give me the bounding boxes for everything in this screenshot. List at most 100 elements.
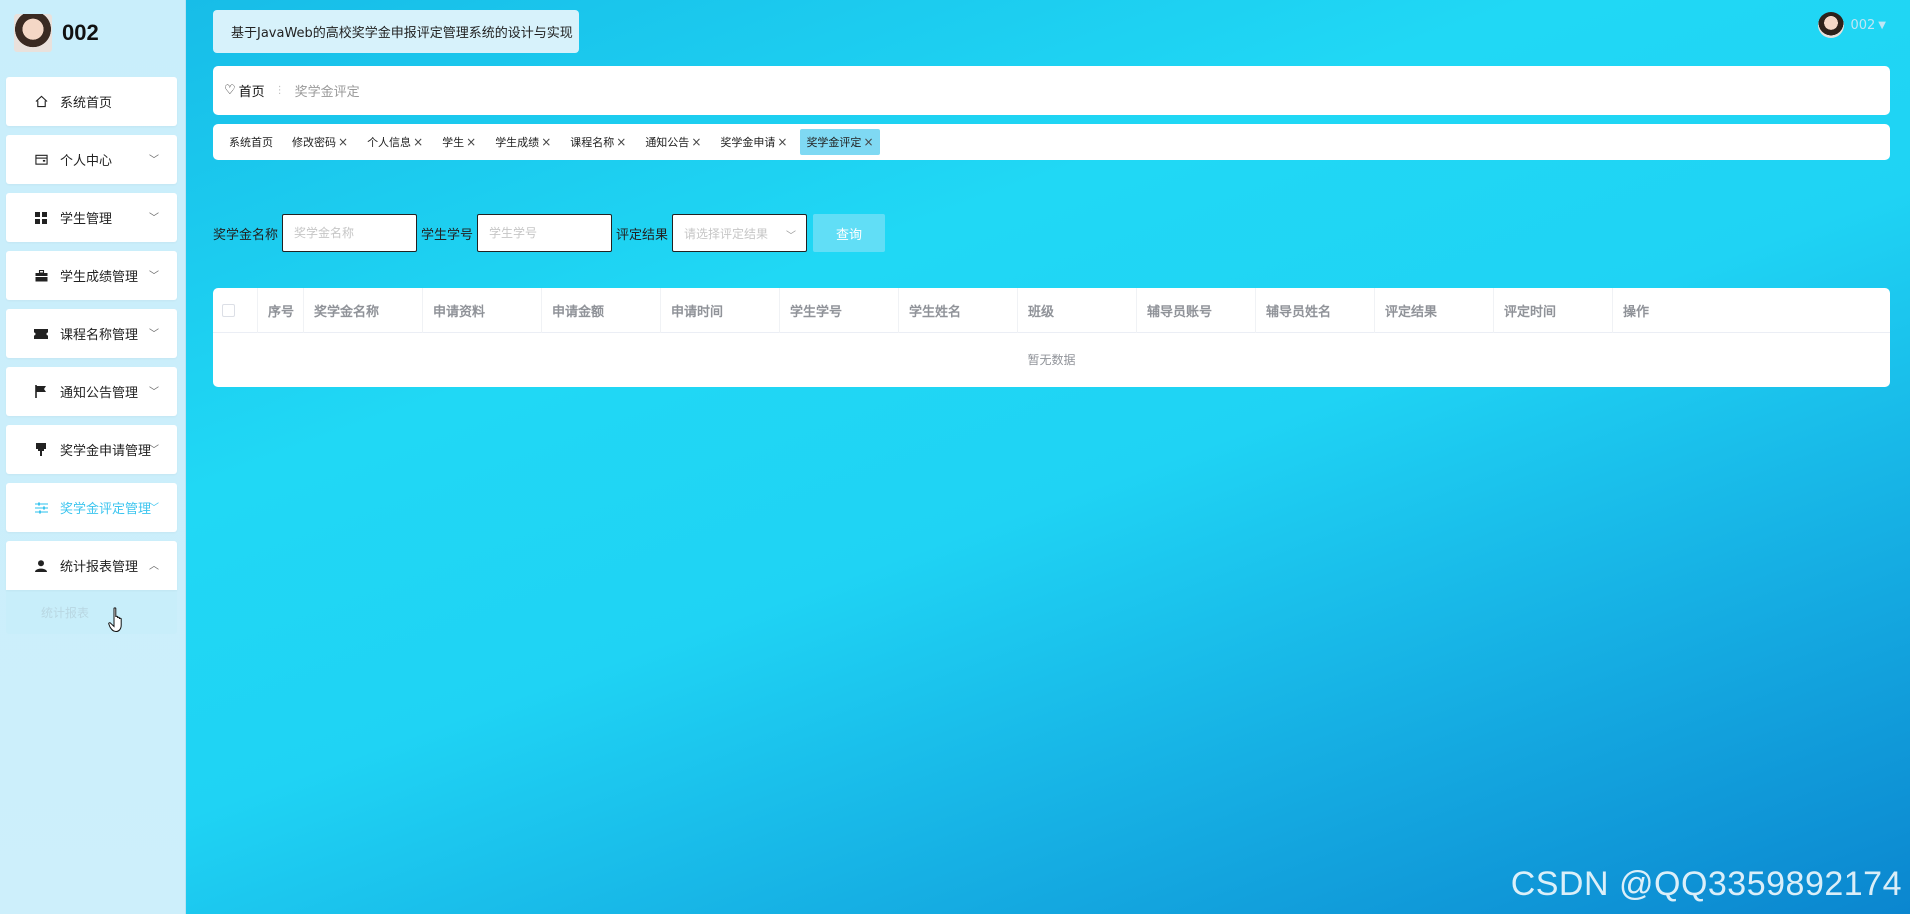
sidebar-item-course-management[interactable]: 课程名称管理 ﹀ — [6, 309, 177, 358]
chevron-down-icon: ﹀ — [149, 329, 159, 340]
sidebar-item-label: 奖学金申请管理 — [60, 444, 152, 459]
flag-icon — [34, 385, 48, 399]
close-icon[interactable]: × — [338, 135, 348, 149]
student-no-label: 学生学号 — [421, 227, 474, 243]
brand-name: 002 — [62, 20, 99, 45]
user-avatar — [1818, 12, 1845, 38]
sidebar-item-student-management[interactable]: 学生管理 ﹀ — [6, 193, 177, 242]
tag-student-score[interactable]: 学生成绩 × — [489, 129, 557, 155]
sidebar-item-label: 通知公告管理 — [60, 386, 139, 401]
result-select[interactable]: 请选择评定结果 ﹀ — [672, 214, 808, 252]
tag-personal-info[interactable]: 个人信息 × — [361, 129, 429, 155]
grid-icon — [34, 211, 48, 225]
ticket-icon — [34, 327, 48, 341]
sidebar-item-label: 统计报表管理 — [60, 560, 139, 575]
column-header-evaluation-result: 评定结果 — [1375, 288, 1494, 333]
submenu-item-label: 统计报表 — [41, 605, 90, 620]
close-icon[interactable]: × — [777, 135, 787, 149]
column-header-student-no: 学生学号 — [780, 288, 899, 333]
hand-cursor-icon — [108, 607, 122, 633]
select-all-checkbox-cell — [213, 288, 258, 333]
sidebar-item-label: 学生管理 — [60, 212, 113, 227]
select-all-checkbox[interactable] — [222, 303, 235, 317]
chevron-down-icon: ﹀ — [149, 213, 159, 224]
sidebar-item-label: 奖学金评定管理 — [60, 502, 152, 517]
close-icon[interactable]: × — [616, 135, 626, 149]
user-icon — [34, 559, 48, 573]
column-header-index: 序号 — [258, 288, 304, 333]
chevron-down-icon: ﹀ — [149, 387, 159, 398]
close-icon[interactable]: × — [541, 135, 551, 149]
chevron-up-icon: ︿ — [149, 561, 159, 572]
column-header-application-materials: 申请资料 — [423, 288, 542, 333]
data-table: 序号 奖学金名称 申请资料 申请金额 申请时间 学生学号 学生姓名 班级 辅导员… — [213, 288, 1890, 387]
sidebar-menu: 系统首页 个人中心 ﹀ 学生管理 ﹀ 学生成绩管理 ﹀ 课程名称管理 ﹀ 通知公… — [6, 77, 177, 634]
breadcrumb-separator: ⋮ — [274, 85, 285, 96]
breadcrumb-current: 奖学金评定 — [294, 85, 360, 100]
table-header: 序号 奖学金名称 申请资料 申请金额 申请时间 学生学号 学生姓名 班级 辅导员… — [213, 288, 1890, 333]
breadcrumb-home[interactable]: 首页 — [239, 81, 265, 100]
sidebar-item-scholarship-application[interactable]: 奖学金申请管理 ﹀ — [6, 425, 177, 474]
caret-down-icon: ▼ — [1878, 19, 1886, 31]
empty-state: 暂无数据 — [1027, 353, 1076, 367]
column-header-actions: 操作 — [1623, 304, 1650, 320]
briefcase-icon — [34, 269, 48, 283]
tag-course-name[interactable]: 课程名称 × — [564, 129, 632, 155]
close-icon[interactable]: × — [691, 135, 701, 149]
sidebar-item-label: 系统首页 — [60, 96, 113, 111]
close-icon[interactable]: × — [863, 135, 873, 149]
brand: 002 — [14, 14, 99, 52]
result-select-placeholder: 请选择评定结果 — [684, 226, 769, 241]
column-header-class: 班级 — [1018, 288, 1137, 333]
student-no-input[interactable] — [477, 214, 613, 252]
tag-label: 奖学金评定 — [806, 136, 862, 149]
tag-label: 奖学金申请 — [720, 136, 776, 149]
tag-notice[interactable]: 通知公告 × — [639, 129, 707, 155]
tags-view: 系统首页 修改密码 × 个人信息 × 学生 × 学生成绩 × 课程名称 × 通知… — [213, 124, 1890, 160]
query-button[interactable]: 查询 — [813, 214, 886, 252]
tag-student[interactable]: 学生 × — [436, 129, 482, 155]
scholarship-name-input[interactable] — [282, 214, 418, 252]
wallet-icon — [34, 153, 48, 167]
stamp-icon — [34, 443, 48, 457]
column-header-student-name: 学生姓名 — [899, 288, 1018, 333]
sidebar-item-statistics[interactable]: 统计报表管理 ︿ — [6, 541, 177, 590]
user-name: 002 — [1850, 17, 1876, 33]
submenu-item-statistics-report[interactable]: 统计报表 — [6, 590, 177, 634]
column-header-application-time: 申请时间 — [661, 288, 780, 333]
close-icon[interactable]: × — [413, 135, 423, 149]
sliders-icon — [34, 501, 48, 515]
breadcrumb: ♡ 首页 ⋮ 奖学金评定 — [213, 66, 1890, 115]
close-icon[interactable]: × — [466, 135, 476, 149]
sidebar-item-notice-management[interactable]: 通知公告管理 ﹀ — [6, 367, 177, 416]
sidebar-item-scholarship-evaluation[interactable]: 奖学金评定管理 ﹀ — [6, 483, 177, 532]
watermark: CSDN @QQ3359892174 — [1510, 865, 1902, 903]
tag-label: 课程名称 — [570, 136, 615, 149]
chevron-down-icon: ﹀ — [149, 155, 159, 166]
app-title: 基于JavaWeb的高校奖学金申报评定管理系统的设计与实现 — [213, 10, 579, 53]
tag-label: 修改密码 — [292, 136, 336, 149]
brand-avatar — [14, 14, 52, 52]
result-label: 评定结果 — [616, 227, 669, 243]
tag-change-password[interactable]: 修改密码 × — [286, 129, 354, 155]
tag-label: 通知公告 — [645, 136, 690, 149]
tag-label: 系统首页 — [229, 136, 273, 149]
tag-scholarship-evaluation[interactable]: 奖学金评定 × — [800, 129, 880, 155]
scholarship-name-label: 奖学金名称 — [213, 227, 279, 243]
user-menu[interactable]: 002 ▼ — [1818, 12, 1886, 38]
chevron-down-icon: ﹀ — [149, 503, 159, 514]
heart-icon: ♡ — [224, 83, 236, 98]
column-header-scholarship-name: 奖学金名称 — [304, 288, 423, 333]
tag-scholarship-application[interactable]: 奖学金申请 × — [714, 129, 793, 155]
column-header-counselor-name: 辅导员姓名 — [1256, 288, 1375, 333]
sidebar-item-score-management[interactable]: 学生成绩管理 ﹀ — [6, 251, 177, 300]
chevron-down-icon: ﹀ — [786, 231, 797, 242]
sidebar-item-home[interactable]: 系统首页 — [6, 77, 177, 126]
sidebar-item-label: 课程名称管理 — [60, 328, 139, 343]
column-header-application-amount: 申请金额 — [542, 288, 661, 333]
home-icon — [34, 95, 48, 109]
sidebar-item-label: 学生成绩管理 — [60, 270, 139, 285]
sidebar: 002 系统首页 个人中心 ﹀ 学生管理 ﹀ 学生成绩管理 ﹀ 课程名称管理 ﹀… — [0, 0, 186, 914]
sidebar-item-personal-center[interactable]: 个人中心 ﹀ — [6, 135, 177, 184]
tag-home[interactable]: 系统首页 — [223, 129, 279, 155]
